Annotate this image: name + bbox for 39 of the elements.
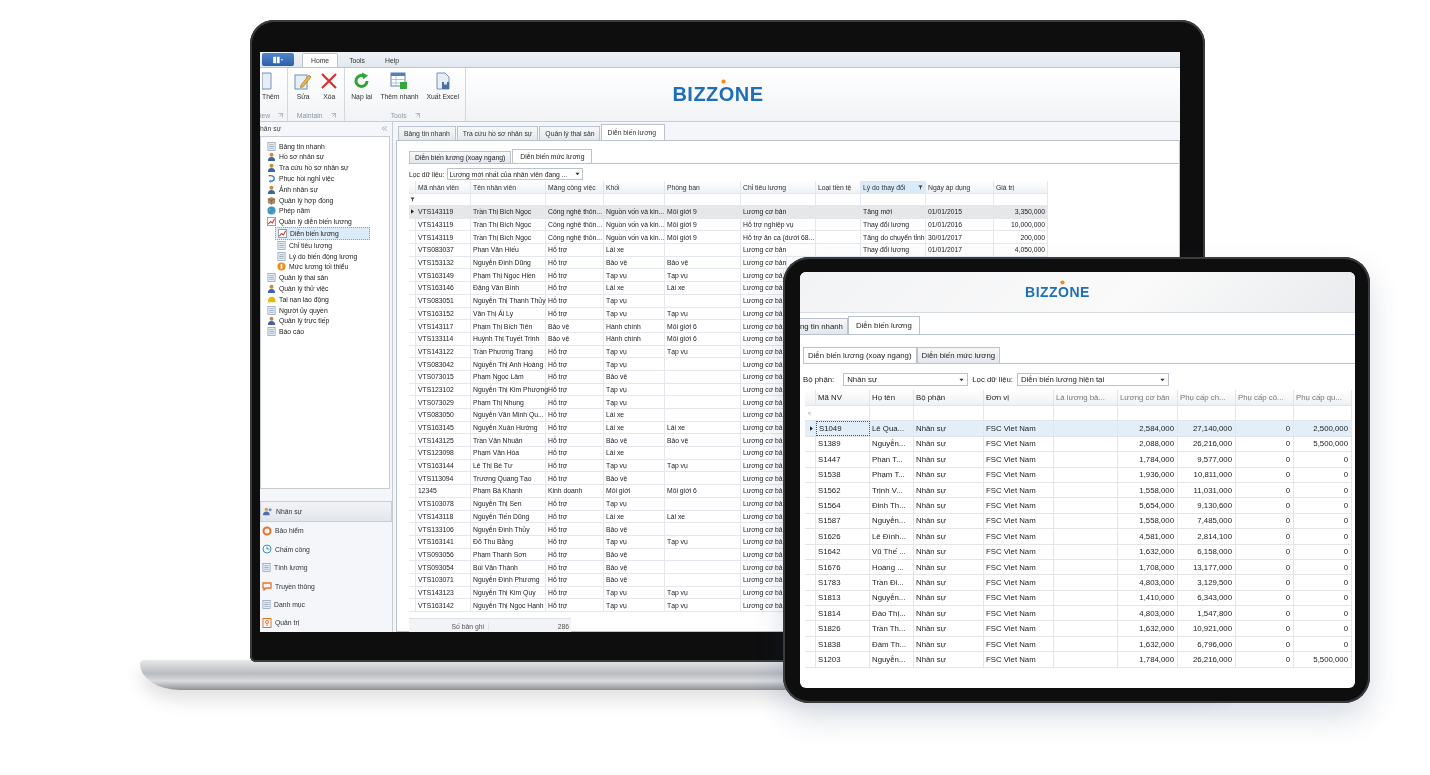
box-icon xyxy=(267,195,276,205)
person-icon xyxy=(267,316,276,326)
sheet-icon xyxy=(267,141,276,151)
person-icon xyxy=(267,152,276,162)
launcher-icon[interactable] xyxy=(330,113,336,118)
launcher-icon[interactable] xyxy=(414,113,420,118)
chart-icon xyxy=(267,217,276,227)
launcher-icon[interactable] xyxy=(278,113,284,118)
chart-icon xyxy=(278,228,287,238)
curved-arrow-icon xyxy=(267,173,276,183)
pencil-icon xyxy=(294,72,313,90)
collapse-icon[interactable] xyxy=(381,126,388,132)
table-icon xyxy=(390,72,409,90)
sheet-icon xyxy=(267,327,276,337)
row-pointer-icon xyxy=(809,426,813,432)
person-icon xyxy=(267,184,276,194)
globe-icon xyxy=(267,206,276,216)
sheet-icon xyxy=(267,273,276,283)
chat-icon xyxy=(262,581,272,591)
caret-icon xyxy=(574,172,580,176)
window-icon xyxy=(272,55,284,64)
helmet-icon xyxy=(267,294,276,304)
people-icon xyxy=(263,506,273,517)
close-icon xyxy=(320,72,339,90)
caret-icon xyxy=(1160,377,1165,382)
sheet-icon xyxy=(277,251,286,261)
ring-icon xyxy=(262,525,272,536)
sheet-icon xyxy=(267,305,276,315)
refresh-icon xyxy=(352,72,371,90)
filter-row-icon[interactable] xyxy=(410,197,415,202)
coin-icon xyxy=(277,262,286,272)
person-icon xyxy=(267,163,276,173)
document-icon xyxy=(262,72,272,90)
app-menu-button[interactable] xyxy=(262,53,294,66)
row-pointer-icon xyxy=(410,209,414,215)
person-icon xyxy=(267,283,276,293)
sheet-icon xyxy=(277,240,286,250)
caret-icon xyxy=(959,377,965,382)
filter-icon xyxy=(918,184,923,190)
